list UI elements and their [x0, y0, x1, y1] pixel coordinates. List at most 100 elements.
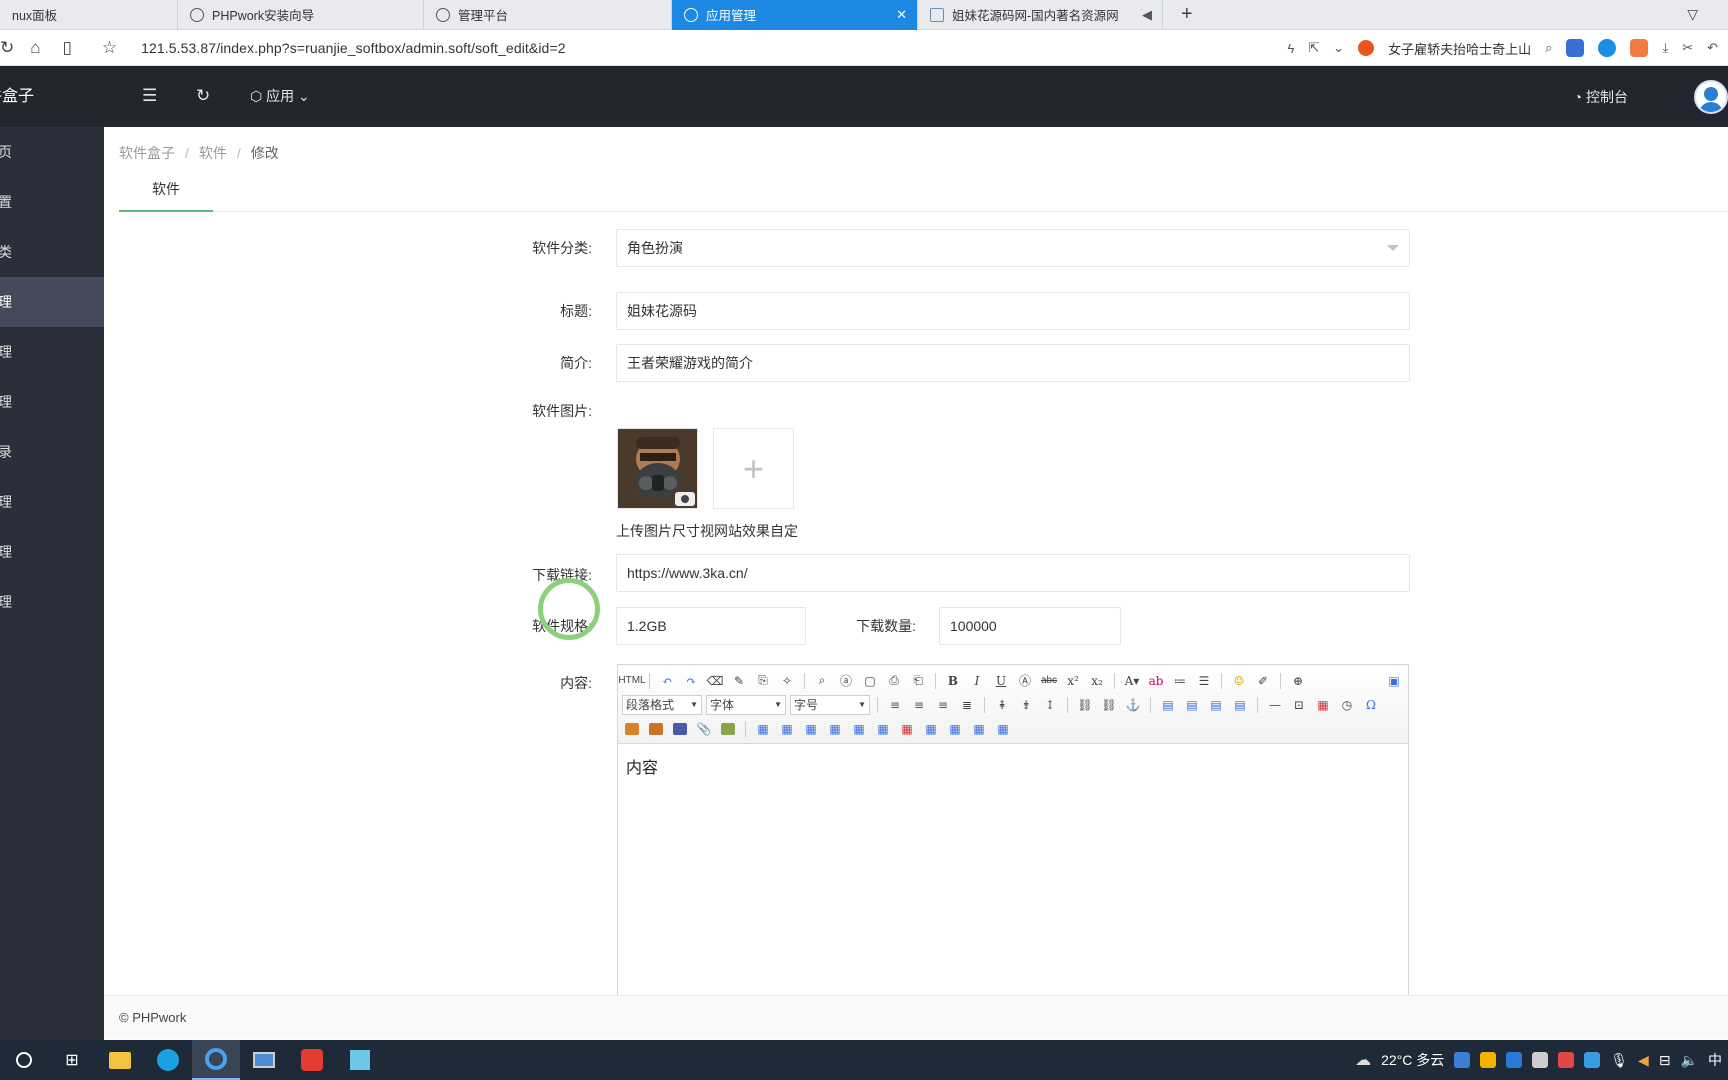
- sidebar-item[interactable]: 理: [0, 527, 104, 577]
- reader-icon[interactable]: ▯: [63, 38, 72, 58]
- sidebar-item[interactable]: 理: [0, 477, 104, 527]
- breadcrumb-link[interactable]: 软件: [199, 145, 227, 161]
- size-input[interactable]: 1.2GB: [616, 607, 806, 645]
- extension-icon[interactable]: [1566, 39, 1585, 57]
- select-all-icon[interactable]: ⓐ: [836, 671, 856, 691]
- eraser-icon[interactable]: ⌫: [705, 671, 725, 691]
- microphone-icon[interactable]: 🎙: [1610, 1052, 1628, 1069]
- tray-app-icon[interactable]: [1480, 1052, 1497, 1068]
- upload-image-button[interactable]: +: [713, 428, 794, 509]
- split-cells-icon[interactable]: ▦: [993, 719, 1013, 739]
- undo-icon[interactable]: ↶: [657, 671, 677, 691]
- font-border-icon[interactable]: Ⓐ: [1015, 671, 1035, 691]
- search-icon[interactable]: ⌕: [1545, 40, 1552, 56]
- start-button[interactable]: [0, 1040, 48, 1080]
- font-color-icon[interactable]: A▾: [1122, 671, 1142, 691]
- paragraph-format-select[interactable]: 段落格式 ▼: [622, 694, 702, 715]
- browser-tab-active[interactable]: 应用管理 ✕: [672, 0, 918, 30]
- app-menu[interactable]: ⬡ 应用 ⌄: [250, 86, 310, 106]
- browser-tab[interactable]: 姐妹花源码网-国内著名资源网 ◀: [918, 0, 1163, 30]
- sidebar-item[interactable]: 理: [0, 577, 104, 627]
- preview-icon[interactable]: ⊕: [1288, 671, 1308, 691]
- align-justify-icon[interactable]: ≣: [957, 695, 977, 715]
- fullscreen-icon[interactable]: ▣: [1384, 671, 1404, 691]
- unordered-list-icon[interactable]: ☰: [1194, 671, 1214, 691]
- editor-body[interactable]: 内容: [618, 744, 1408, 788]
- refresh-icon[interactable]: ↻: [196, 86, 210, 106]
- link-icon[interactable]: ⛓: [1075, 695, 1095, 715]
- search-suggestion[interactable]: 女子雇轿夫抬哈士奇上山: [1388, 39, 1531, 58]
- strikethrough-icon[interactable]: abc: [1039, 671, 1059, 691]
- bold-icon[interactable]: B: [943, 671, 963, 691]
- software-image-thumbnail[interactable]: [617, 428, 698, 509]
- insert-video-icon[interactable]: [670, 719, 690, 739]
- image-none-icon[interactable]: ▤: [1158, 695, 1178, 715]
- volume-muted-icon[interactable]: ◀: [1638, 1052, 1649, 1069]
- sidebar-item[interactable]: 理: [0, 327, 104, 377]
- intro-input[interactable]: 王者荣耀游戏的简介: [616, 344, 1410, 382]
- insert-image-icon[interactable]: [622, 719, 642, 739]
- find-icon[interactable]: ⌕: [812, 671, 832, 691]
- share-icon[interactable]: ⇱: [1308, 40, 1319, 56]
- merge-right-icon[interactable]: ▦: [945, 719, 965, 739]
- undo-icon[interactable]: ↶: [1707, 40, 1718, 56]
- subscript-icon[interactable]: x₂: [1087, 671, 1107, 691]
- attachment-icon[interactable]: 📎: [694, 719, 714, 739]
- browser-app[interactable]: [192, 1040, 240, 1080]
- magic-wand-icon[interactable]: ✧: [777, 671, 797, 691]
- sidebar-item[interactable]: 类: [0, 227, 104, 277]
- scissors-icon[interactable]: ✂: [1682, 40, 1693, 56]
- unlink-icon[interactable]: ⛓: [1099, 695, 1119, 715]
- scrawl-icon[interactable]: ✐: [1253, 671, 1273, 691]
- shirt-icon[interactable]: ▽: [1687, 6, 1698, 23]
- horizontal-rule-icon[interactable]: —: [1265, 695, 1285, 715]
- image-right-icon[interactable]: ▤: [1206, 695, 1226, 715]
- row-spacing-bottom-icon[interactable]: ⇟: [1016, 695, 1036, 715]
- title-input[interactable]: 姐妹花源码: [616, 292, 1410, 330]
- redo-icon[interactable]: ↷: [681, 671, 701, 691]
- anchor-icon[interactable]: ⚓: [1123, 695, 1143, 715]
- insert-frame-icon[interactable]: ⊡: [1289, 695, 1309, 715]
- date-icon[interactable]: ▦: [1313, 695, 1333, 715]
- delete-col-icon[interactable]: ▦: [897, 719, 917, 739]
- new-tab-button[interactable]: +: [1181, 3, 1193, 26]
- menu-fold-icon[interactable]: ☰: [142, 86, 157, 106]
- emotion-icon[interactable]: ☺: [1229, 671, 1249, 691]
- superscript-icon[interactable]: x²: [1063, 671, 1083, 691]
- category-select[interactable]: 角色扮演: [616, 229, 1410, 267]
- multi-image-icon[interactable]: [646, 719, 666, 739]
- refresh-icon[interactable]: ↻: [0, 38, 14, 58]
- avatar[interactable]: [1694, 80, 1728, 114]
- breadcrumb-link[interactable]: 软件盒子: [119, 145, 175, 161]
- insert-paragraph-icon[interactable]: ▦: [801, 719, 821, 739]
- tray-app-icon[interactable]: [1584, 1052, 1601, 1068]
- remote-desktop-app[interactable]: [240, 1040, 288, 1080]
- insert-table-icon[interactable]: ▦: [753, 719, 773, 739]
- format-brush-icon[interactable]: ✎: [729, 671, 749, 691]
- edge-app[interactable]: [144, 1040, 192, 1080]
- align-right-icon[interactable]: ≡: [933, 695, 953, 715]
- paste-text-icon[interactable]: ⎗: [908, 671, 928, 691]
- font-family-select[interactable]: 字体 ▼: [706, 694, 786, 715]
- italic-icon[interactable]: I: [967, 671, 987, 691]
- close-tab-icon[interactable]: ✕: [896, 7, 907, 23]
- onedrive-icon[interactable]: [1454, 1052, 1471, 1068]
- print-icon[interactable]: ⎙: [884, 671, 904, 691]
- lightning-icon[interactable]: ϟ: [1287, 41, 1294, 56]
- download-link-input[interactable]: https://www.3ka.cn/: [616, 554, 1410, 592]
- delete-table-icon[interactable]: ▦: [777, 719, 797, 739]
- align-center-icon[interactable]: ≡: [909, 695, 929, 715]
- browser-tab[interactable]: PHPwork安装向导: [178, 0, 424, 30]
- tray-app-icon[interactable]: [1558, 1052, 1575, 1068]
- search-engine-icon[interactable]: [1358, 40, 1375, 56]
- chevron-down-icon[interactable]: ⌄: [1333, 40, 1344, 56]
- html-source-icon[interactable]: HTML: [618, 671, 645, 691]
- wps-app[interactable]: [288, 1040, 336, 1080]
- template-icon[interactable]: [718, 719, 738, 739]
- new-doc-icon[interactable]: ▢: [860, 671, 880, 691]
- browser-tab[interactable]: 管理平台: [424, 0, 672, 30]
- sidebar-item[interactable]: 置: [0, 177, 104, 227]
- special-chars-icon[interactable]: Ω: [1361, 695, 1381, 715]
- tab-software[interactable]: 软件: [119, 169, 213, 212]
- underline-icon[interactable]: U: [991, 671, 1011, 691]
